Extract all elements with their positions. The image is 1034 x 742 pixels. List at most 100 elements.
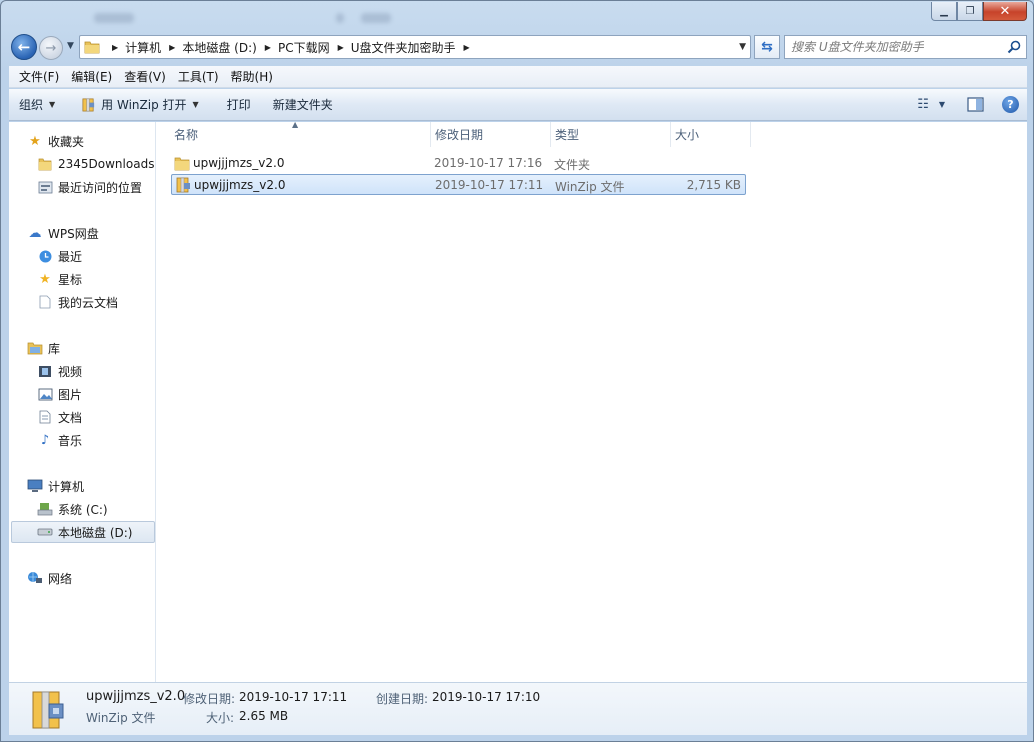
- address-dropdown-icon[interactable]: ▼: [739, 42, 746, 52]
- breadcrumb-computer[interactable]: 计算机: [125, 39, 161, 56]
- computer-icon: [27, 478, 43, 494]
- nav-wps-starred[interactable]: ★ 星标: [37, 268, 82, 290]
- file-modified: 2019-10-17 17:16: [434, 156, 543, 170]
- nav-drive-d[interactable]: 本地磁盘 (D:): [11, 521, 155, 543]
- minimize-button[interactable]: ▁: [931, 2, 957, 21]
- nav-downloads[interactable]: 2345Downloads: [37, 153, 154, 175]
- document-icon: [37, 294, 53, 310]
- nav-libraries[interactable]: 库: [27, 337, 60, 359]
- back-button[interactable]: ←: [11, 34, 37, 60]
- title-bar-blur: [86, 9, 396, 25]
- nav-downloads-label: 2345Downloads: [58, 157, 155, 171]
- address-bar[interactable]: ▶ 计算机 ▶ 本地磁盘 (D:) ▶ PC下载网 ▶ U盘文件夹加密助手 ▶ …: [79, 35, 751, 59]
- nav-recent-places[interactable]: 最近访问的位置: [37, 176, 142, 198]
- window-controls: ▁ ❐ ✕: [931, 2, 1027, 21]
- file-row-folder[interactable]: upwjjjmzs_v2.0 2019-10-17 17:16 文件夹: [171, 153, 746, 174]
- breadcrumb: ▶ 计算机 ▶ 本地磁盘 (D:) ▶ PC下载网 ▶ U盘文件夹加密助手 ▶: [104, 36, 477, 58]
- new-folder-label: 新建文件夹: [272, 98, 333, 112]
- column-header-type[interactable]: 类型: [551, 122, 671, 147]
- nav-drive-c-label: 系统 (C:): [58, 502, 108, 517]
- nav-favorites[interactable]: ★ 收藏夹: [27, 130, 84, 152]
- change-view-button[interactable]: ☷ ▼: [917, 97, 945, 112]
- print-button[interactable]: 打印: [209, 89, 261, 120]
- breadcrumb-pc-download[interactable]: PC下载网: [278, 39, 330, 56]
- organize-label: 组织: [19, 98, 44, 112]
- column-modified-label: 修改日期: [435, 128, 484, 142]
- winzip-icon: [82, 98, 95, 112]
- film-icon: [37, 363, 53, 379]
- maximize-button[interactable]: ❐: [957, 2, 983, 21]
- search-icon[interactable]: [1007, 40, 1021, 54]
- star-icon: ★: [39, 271, 51, 287]
- arrow-right-icon: →: [45, 40, 57, 56]
- search-box[interactable]: [784, 35, 1027, 59]
- organize-button[interactable]: 组织 ▼: [9, 89, 65, 120]
- new-folder-button[interactable]: 新建文件夹: [261, 89, 343, 120]
- preview-pane-icon: [967, 97, 984, 112]
- nav-wps-cloud[interactable]: ☁ WPS网盘: [27, 222, 99, 244]
- chevron-down-icon: ▼: [192, 100, 199, 109]
- breadcrumb-separator-icon[interactable]: ▶: [338, 43, 344, 52]
- refresh-button[interactable]: ⇆: [754, 35, 780, 59]
- help-button[interactable]: ?: [1002, 96, 1019, 113]
- nav-pictures[interactable]: 图片: [37, 383, 82, 405]
- sort-up-icon: ▲: [292, 120, 299, 129]
- details-size-value: 2.65 MB: [239, 709, 289, 723]
- winzip-icon: [176, 177, 190, 193]
- nav-videos[interactable]: 视频: [37, 360, 82, 382]
- details-file-name: upwjjjmzs_v2.0: [86, 689, 186, 704]
- details-created-value: 2019-10-17 17:10: [432, 690, 541, 704]
- navigation-row: ← → ▼ ▶ 计算机 ▶ 本地磁盘 (D:) ▶ PC下载网 ▶ U盘文件夹加…: [9, 33, 1027, 61]
- breadcrumb-separator-icon[interactable]: ▶: [112, 43, 118, 52]
- print-label: 打印: [226, 98, 251, 112]
- preview-pane-button[interactable]: [967, 97, 984, 112]
- close-button[interactable]: ✕: [983, 2, 1027, 21]
- recent-places-icon: [37, 179, 53, 195]
- menu-view[interactable]: 查看(V): [118, 68, 172, 85]
- document-icon: [37, 409, 53, 425]
- menu-file[interactable]: 文件(F): [13, 68, 65, 85]
- nav-videos-label: 视频: [58, 364, 83, 379]
- content-area: ★ 收藏夹 2345Downloads 最近访问的位置 ☁ WPS网盘 最近 ★…: [9, 120, 1027, 682]
- nav-documents-label: 文档: [58, 410, 83, 425]
- breadcrumb-separator-icon[interactable]: ▶: [265, 43, 271, 52]
- details-file-type: WinZip 文件: [86, 711, 156, 725]
- nav-music-label: 音乐: [58, 433, 83, 448]
- nav-recent-places-label: 最近访问的位置: [58, 180, 143, 195]
- winzip-icon: [32, 691, 64, 729]
- column-header-modified[interactable]: 修改日期: [431, 122, 551, 147]
- nav-wps-starred-label: 星标: [58, 272, 83, 287]
- file-type: WinZip 文件: [555, 180, 625, 194]
- column-header-size[interactable]: 大小: [671, 122, 751, 147]
- forward-button[interactable]: →: [39, 36, 63, 60]
- nav-network[interactable]: 网络: [27, 567, 72, 589]
- open-with-winzip-button[interactable]: 用 WinZip 打开 ▼: [65, 89, 209, 120]
- nav-wps-docs[interactable]: 我的云文档: [37, 291, 118, 313]
- folder-icon: [37, 156, 53, 172]
- file-type: 文件夹: [554, 158, 591, 172]
- nav-wps-cloud-label: WPS网盘: [48, 226, 99, 241]
- column-header-name[interactable]: 名称 ▲: [157, 120, 431, 147]
- menu-edit[interactable]: 编辑(E): [65, 68, 118, 85]
- recent-pages-dropdown[interactable]: ▼: [67, 41, 74, 51]
- menu-help[interactable]: 帮助(H): [225, 68, 279, 85]
- nav-libraries-label: 库: [48, 341, 61, 356]
- menu-tools[interactable]: 工具(T): [172, 68, 225, 85]
- nav-drive-c[interactable]: 系统 (C:): [37, 498, 108, 520]
- nav-computer-label: 计算机: [48, 479, 85, 494]
- search-input[interactable]: [791, 39, 1001, 55]
- network-icon: [27, 570, 43, 586]
- nav-wps-recent[interactable]: 最近: [37, 245, 82, 267]
- open-with-label: 用 WinZip 打开: [101, 98, 187, 112]
- view-list-icon: ☷: [917, 97, 929, 112]
- breadcrumb-separator-icon[interactable]: ▶: [464, 43, 470, 52]
- file-row-winzip[interactable]: upwjjjmzs_v2.0 2019-10-17 17:11 WinZip 文…: [171, 174, 746, 195]
- breadcrumb-separator-icon[interactable]: ▶: [169, 43, 175, 52]
- arrow-left-icon: ←: [17, 38, 31, 56]
- nav-documents[interactable]: 文档: [37, 406, 82, 428]
- breadcrumb-current-folder[interactable]: U盘文件夹加密助手: [351, 39, 456, 56]
- nav-computer[interactable]: 计算机: [27, 475, 84, 497]
- nav-music[interactable]: ♪ 音乐: [37, 429, 82, 451]
- breadcrumb-drive-d[interactable]: 本地磁盘 (D:): [182, 39, 256, 56]
- folder-icon: [174, 157, 190, 171]
